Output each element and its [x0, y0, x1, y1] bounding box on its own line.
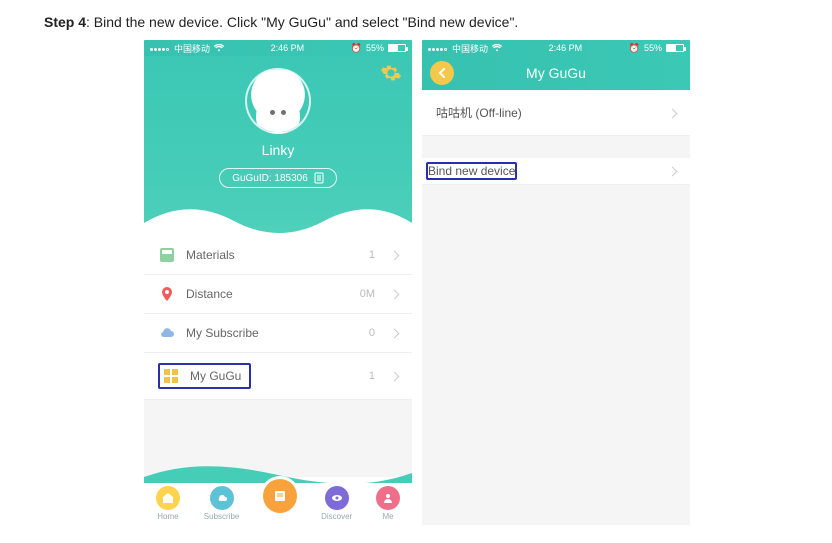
note-icon: [272, 488, 288, 504]
tab-home[interactable]: Home: [156, 486, 180, 521]
tab-label: Discover: [321, 512, 352, 521]
chevron-left-icon: [436, 67, 448, 79]
battery-icon: [666, 44, 684, 52]
device-label: 咕咕机 (Off-line): [436, 104, 669, 121]
profile-hero: Linky GuGuID: 185306: [144, 56, 412, 236]
tab-center[interactable]: [263, 495, 297, 513]
alarm-icon: ⏰: [629, 43, 640, 54]
tab-subscribe[interactable]: Subscribe: [204, 486, 240, 521]
back-button[interactable]: [430, 61, 454, 85]
signal-dots-icon: [428, 43, 448, 53]
row-value: 0: [369, 327, 375, 339]
chevron-right-icon: [669, 106, 676, 120]
grid-icon: [162, 367, 180, 385]
row-value: 0M: [360, 288, 375, 300]
row-my-subscribe[interactable]: My Subscribe 0: [144, 314, 412, 353]
nav-title: My GuGu: [526, 65, 586, 81]
copy-icon: [314, 172, 324, 184]
clock-label: 2:46 PM: [271, 43, 305, 53]
tab-label: Me: [383, 512, 394, 521]
bind-label: Bind new device: [428, 164, 515, 178]
signal-dots-icon: [150, 43, 170, 53]
chevron-right-icon: [669, 164, 676, 178]
eye-icon: [331, 492, 343, 504]
tab-label: Home: [157, 512, 178, 521]
step-text: : Bind the new device. Click "My GuGu" a…: [86, 14, 518, 30]
highlight-my-gugu: My GuGu: [158, 363, 251, 389]
section-gap: [422, 136, 690, 158]
settings-gear-icon[interactable]: [380, 62, 402, 84]
home-icon: [162, 492, 174, 504]
gugu-id-pill[interactable]: GuGuID: 185306: [219, 168, 337, 188]
ghost-avatar-icon: [256, 94, 300, 134]
cloud-icon: [158, 324, 176, 342]
chevron-right-icon: [391, 326, 398, 340]
row-label: Distance: [186, 287, 350, 301]
carrier-label: 中国移动: [452, 42, 488, 55]
tab-me[interactable]: Me: [376, 486, 400, 521]
location-pin-icon: [158, 285, 176, 303]
person-icon: [382, 492, 394, 504]
screenshots-row: 中国移动 2:46 PM ⏰ 55% Linky GuGuID: 185306: [44, 40, 788, 525]
username-label: Linky: [144, 142, 412, 158]
chevron-right-icon: [391, 369, 398, 383]
status-bar: 中国移动 2:46 PM ⏰ 55%: [144, 40, 412, 56]
nav-bar: My GuGu: [422, 56, 690, 90]
device-list-section: 咕咕机 (Off-line) Bind new device: [422, 90, 690, 185]
avatar[interactable]: [245, 68, 311, 134]
wifi-icon: [492, 44, 502, 52]
battery-pct: 55%: [366, 43, 384, 53]
row-my-gugu[interactable]: My GuGu 1: [144, 353, 412, 400]
row-materials[interactable]: Materials 1: [144, 236, 412, 275]
cloud-small-icon: [216, 492, 228, 504]
highlight-bind-new-device: Bind new device: [426, 162, 517, 180]
screenshot-my-gugu-page: 中国移动 2:46 PM ⏰ 55% My GuGu 咕咕机 (Off-: [422, 40, 690, 525]
chevron-right-icon: [391, 287, 398, 301]
wifi-icon: [214, 44, 224, 52]
row-value: 1: [369, 370, 375, 382]
battery-icon: [388, 44, 406, 52]
tab-bar: Home Subscribe Discover Me: [144, 477, 412, 525]
profile-menu-list: Materials 1 Distance 0M My Subscribe 0: [144, 236, 412, 400]
row-label: My GuGu: [190, 369, 241, 383]
gugu-id-text: GuGuID: 185306: [232, 173, 308, 184]
step-instruction: Step 4: Bind the new device. Click "My G…: [44, 14, 788, 30]
chevron-right-icon: [391, 248, 398, 262]
alarm-icon: ⏰: [351, 43, 362, 54]
screenshot-me-page: 中国移动 2:46 PM ⏰ 55% Linky GuGuID: 185306: [144, 40, 412, 525]
cell-bind-new-device[interactable]: Bind new device: [422, 158, 690, 185]
clock-label: 2:46 PM: [549, 43, 583, 53]
carrier-label: 中国移动: [174, 42, 210, 55]
row-label: My Subscribe: [186, 326, 359, 340]
battery-pct: 55%: [644, 43, 662, 53]
cell-device[interactable]: 咕咕机 (Off-line): [422, 90, 690, 136]
status-bar: 中国移动 2:46 PM ⏰ 55%: [422, 40, 690, 56]
step-label: Step 4: [44, 14, 86, 30]
row-value: 1: [369, 249, 375, 261]
materials-icon: [158, 246, 176, 264]
row-label: Materials: [186, 248, 359, 262]
tab-discover[interactable]: Discover: [321, 486, 352, 521]
hero-wave-decoration: [144, 203, 412, 237]
tab-label: Subscribe: [204, 512, 240, 521]
row-distance[interactable]: Distance 0M: [144, 275, 412, 314]
